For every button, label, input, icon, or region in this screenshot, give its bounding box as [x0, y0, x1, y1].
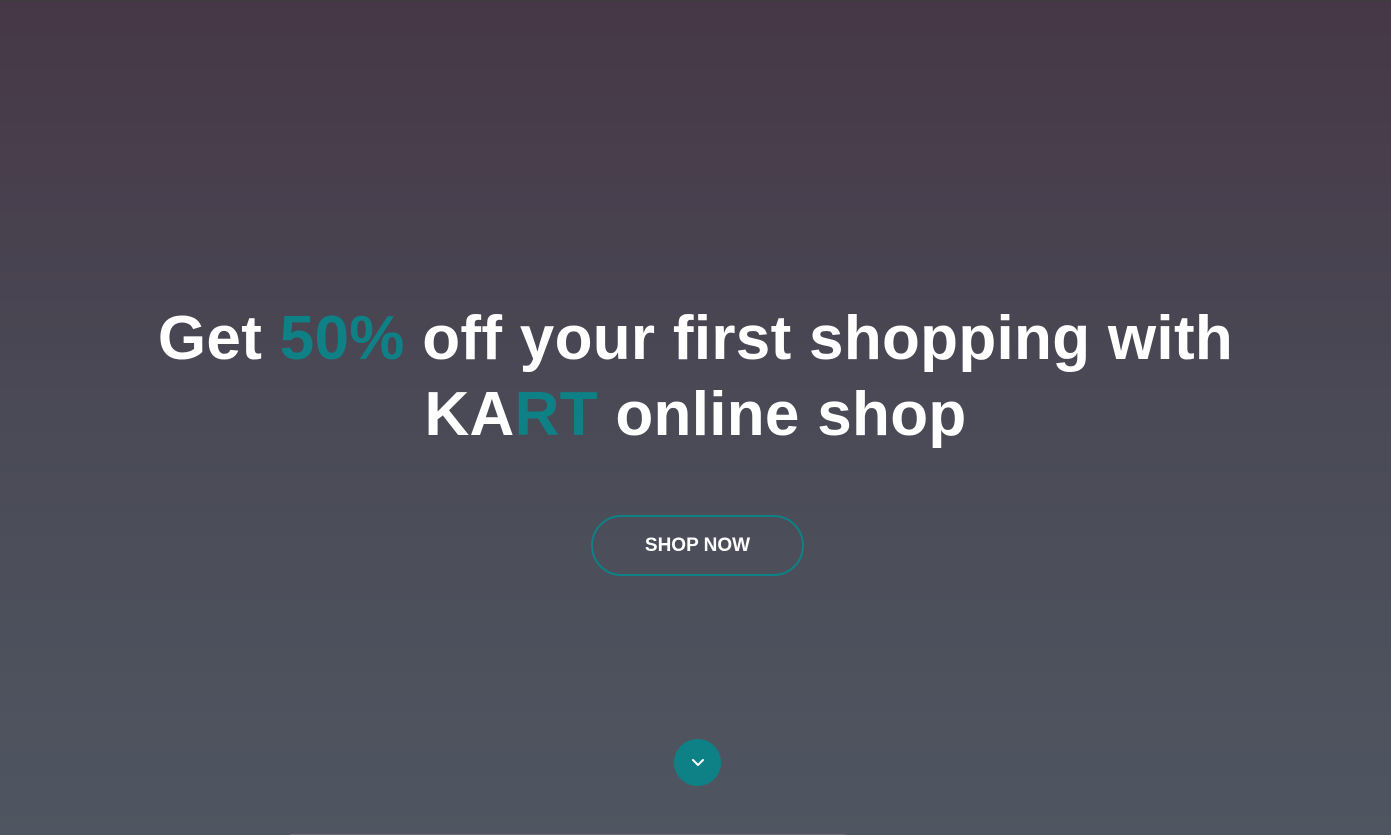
shop-now-button[interactable]: SHOP NOW [591, 515, 804, 576]
headline-text-middle: off your first shopping with [404, 304, 1234, 373]
scroll-down-button[interactable] [674, 739, 721, 786]
discount-highlight: 50% [279, 304, 405, 373]
brand-name-accent: RT [514, 380, 598, 449]
brand-name-plain: KA [424, 380, 515, 449]
headline-text-end: online shop [597, 380, 967, 449]
hero-section: Get 50% off your first shopping with KART… [0, 0, 1391, 835]
hero-headline: Get 50% off your first shopping with KART… [0, 301, 1391, 453]
headline-text-start: Get [157, 304, 280, 373]
chevron-down-icon [691, 759, 704, 766]
